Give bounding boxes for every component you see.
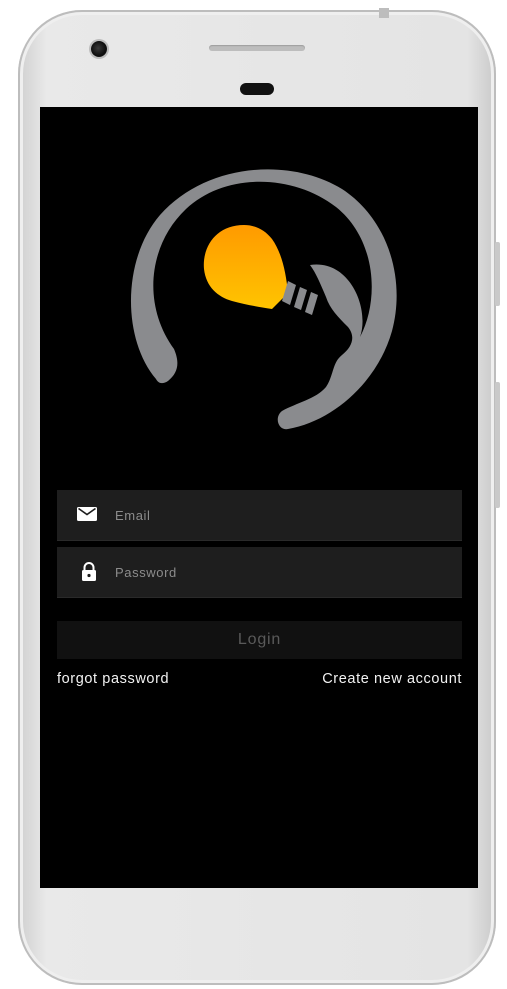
email-field[interactable] xyxy=(57,490,462,541)
password-field[interactable] xyxy=(57,547,462,598)
earpiece-speaker xyxy=(209,45,305,51)
password-input[interactable] xyxy=(115,547,445,597)
mail-icon xyxy=(77,507,97,521)
email-input[interactable] xyxy=(115,490,445,540)
top-edge-detail xyxy=(379,8,389,18)
power-button xyxy=(495,382,500,508)
proximity-sensor xyxy=(240,83,274,95)
login-button[interactable]: Login xyxy=(57,621,462,659)
front-camera xyxy=(91,41,107,57)
lock-icon xyxy=(82,562,96,581)
lightbulb-head-logo xyxy=(130,169,397,430)
volume-button xyxy=(495,242,500,306)
login-screen: Login forgot password Create new account xyxy=(40,107,478,888)
forgot-password-link[interactable]: forgot password xyxy=(57,671,169,687)
create-account-link[interactable]: Create new account xyxy=(322,671,462,687)
